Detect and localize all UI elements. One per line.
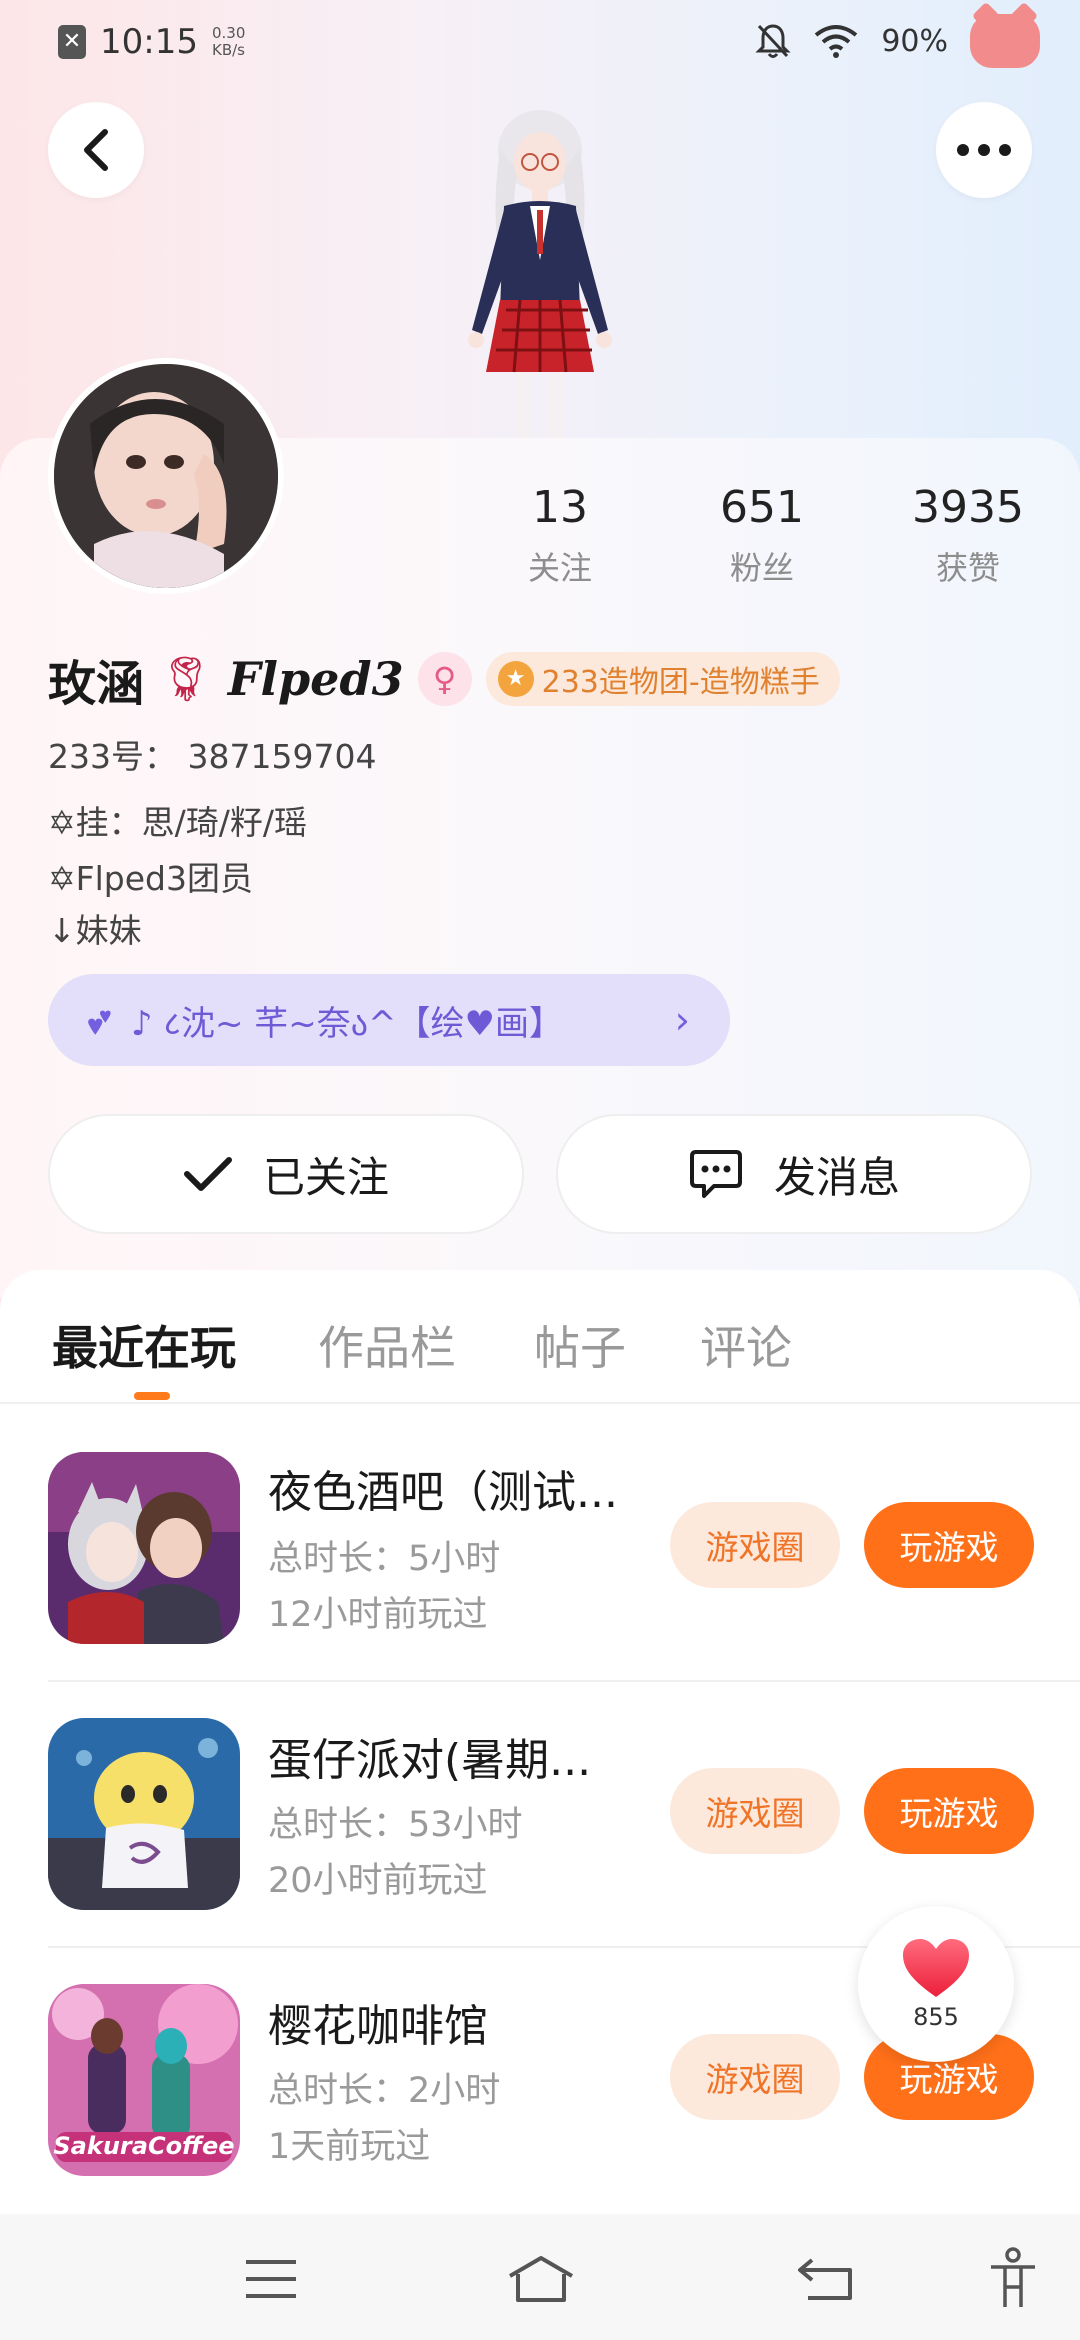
game-icon-eggy-party[interactable] — [48, 1718, 240, 1910]
check-icon — [183, 1157, 232, 1191]
double-heart-icon: 💕︎ — [88, 997, 111, 1042]
game-last-played: 20小时前玩过 — [268, 1861, 488, 1901]
bio-line-2: ✡Flped3团员 — [48, 859, 253, 898]
system-navigation-bar — [0, 2214, 1080, 2340]
tab-posts[interactable]: 帖子 — [534, 1312, 626, 1378]
game-icon-night-bar[interactable] — [48, 1452, 240, 1644]
game-icon-sakura-coffee[interactable]: SakuraCoffee — [48, 1984, 240, 2176]
status-bar: ✕ 10:15 0.30 KB/s 90% — [0, 0, 1080, 90]
user-avatar[interactable] — [48, 358, 284, 594]
chevron-left-icon — [84, 129, 108, 171]
game-circle-button[interactable]: 游戏圈 — [670, 1768, 840, 1854]
send-message-button[interactable]: 发消息 — [556, 1114, 1032, 1234]
followed-label: 已关注 — [262, 1152, 389, 1202]
status-bar-left: ✕ 10:15 0.30 KB/s — [58, 22, 245, 62]
avatar-photo — [54, 364, 278, 588]
group-badge-label: 233造物团-造物糕手 — [541, 665, 820, 700]
name-row: 玫涵 🌹︎ Flped3 ♀ ★ 233造物团-造物糕手 — [48, 644, 840, 714]
play-game-button[interactable]: 玩游戏 — [864, 1768, 1034, 1854]
game-title: 蛋仔派对(暑期... — [268, 1735, 592, 1786]
stat-fans[interactable]: 651 粉丝 — [682, 482, 842, 589]
game-icon-text: SakuraCoffee — [53, 2132, 234, 2160]
notification-x-icon: ✕ — [58, 25, 86, 59]
status-bar-right: 90% — [755, 14, 1040, 68]
status-time: 10:15 — [100, 22, 198, 62]
like-count: 855 — [913, 2003, 959, 2031]
network-speed-value: 0.30 — [211, 24, 246, 42]
game-title: 夜色酒吧（测试... — [268, 1467, 618, 1518]
floating-like-button[interactable]: 855 — [858, 1906, 1014, 2062]
tab-recently-played[interactable]: 最近在玩 — [52, 1312, 236, 1378]
send-message-label: 发消息 — [773, 1152, 900, 1202]
tab-works[interactable]: 作品栏 — [318, 1312, 456, 1378]
game-duration: 总时长：53小时 — [268, 1805, 523, 1845]
username-suffix: Flped3 — [227, 652, 404, 706]
chevron-right-icon: › — [674, 998, 690, 1042]
game-cover-art: SakuraCoffee — [48, 1984, 240, 2176]
more-dots-icon — [957, 144, 1011, 156]
group-badge-icon: ★ — [497, 661, 534, 697]
more-options-button[interactable] — [936, 102, 1032, 198]
following-label: 关注 — [527, 549, 592, 587]
likes-count: 3935 — [912, 482, 1024, 533]
username: 玫涵 — [48, 656, 145, 712]
game-list-item[interactable]: 蛋仔派对(暑期... 总时长：53小时 20小时前玩过 游戏圈 玩游戏 — [0, 1670, 1080, 1936]
heart-icon — [903, 1939, 969, 1997]
rose-icon: 🌹︎ — [158, 654, 214, 705]
hello-kitty-battery-icon — [970, 14, 1040, 68]
bio-line-1: ✡挂：思/琦/籽/瑶 — [48, 803, 308, 842]
game-cover-art — [48, 1452, 240, 1644]
avatar-character-figure[interactable] — [430, 110, 650, 440]
home-icon[interactable] — [506, 2244, 576, 2314]
likes-label: 获赞 — [935, 549, 1000, 587]
network-speed-unit: KB/s — [211, 41, 245, 59]
followed-button[interactable]: 已关注 — [48, 1114, 524, 1234]
fans-label: 粉丝 — [729, 549, 794, 587]
game-cover-art — [48, 1718, 240, 1910]
signature-pill[interactable]: 💕︎ ♪ ८沈~ 芊~奈ა^【绘♥画】 › — [48, 974, 730, 1066]
bell-muted-icon — [755, 24, 791, 58]
profile-tabs: 最近在玩 作品栏 帖子 评论 — [0, 1300, 1080, 1404]
fans-count: 651 — [720, 482, 804, 533]
stat-likes[interactable]: 3935 获赞 — [888, 482, 1048, 589]
network-speed: 0.30 KB/s — [212, 25, 245, 59]
user-id-line: 233号： 387159704 — [48, 737, 377, 776]
wifi-icon — [815, 25, 858, 58]
signature-text: ♪ ८沈~ 芊~奈ა^【绘♥画】 — [130, 1003, 564, 1044]
game-circle-button[interactable]: 游戏圈 — [670, 2034, 840, 2120]
game-title: 樱花咖啡馆 — [268, 2001, 488, 2052]
battery-level: 90% — [881, 23, 948, 59]
back-nav-icon[interactable] — [790, 2244, 860, 2314]
game-last-played: 1天前玩过 — [268, 2127, 431, 2167]
game-list-item[interactable]: 夜色酒吧（测试... 总时长：5小时 12小时前玩过 游戏圈 玩游戏 — [0, 1404, 1080, 1670]
following-count: 13 — [532, 482, 588, 533]
game-circle-button[interactable]: 游戏圈 — [670, 1502, 840, 1588]
play-game-button[interactable]: 玩游戏 — [864, 1502, 1034, 1588]
bio-line-3: ↓妹妹 — [48, 911, 142, 950]
game-duration: 总时长：5小时 — [268, 1539, 501, 1579]
tab-comments[interactable]: 评论 — [700, 1312, 792, 1378]
group-badge[interactable]: ★ 233造物团-造物糕手 — [485, 652, 840, 706]
chat-bubble-icon — [689, 1150, 742, 1198]
stat-following[interactable]: 13 关注 — [480, 482, 640, 589]
accessibility-icon[interactable] — [978, 2244, 1048, 2314]
active-tab-indicator — [134, 1392, 170, 1400]
game-last-played: 12小时前玩过 — [268, 1595, 488, 1635]
game-duration: 总时长：2小时 — [268, 2071, 501, 2111]
gender-female-icon: ♀ — [417, 652, 472, 706]
back-button[interactable] — [48, 102, 144, 198]
menu-icon[interactable] — [236, 2244, 306, 2314]
